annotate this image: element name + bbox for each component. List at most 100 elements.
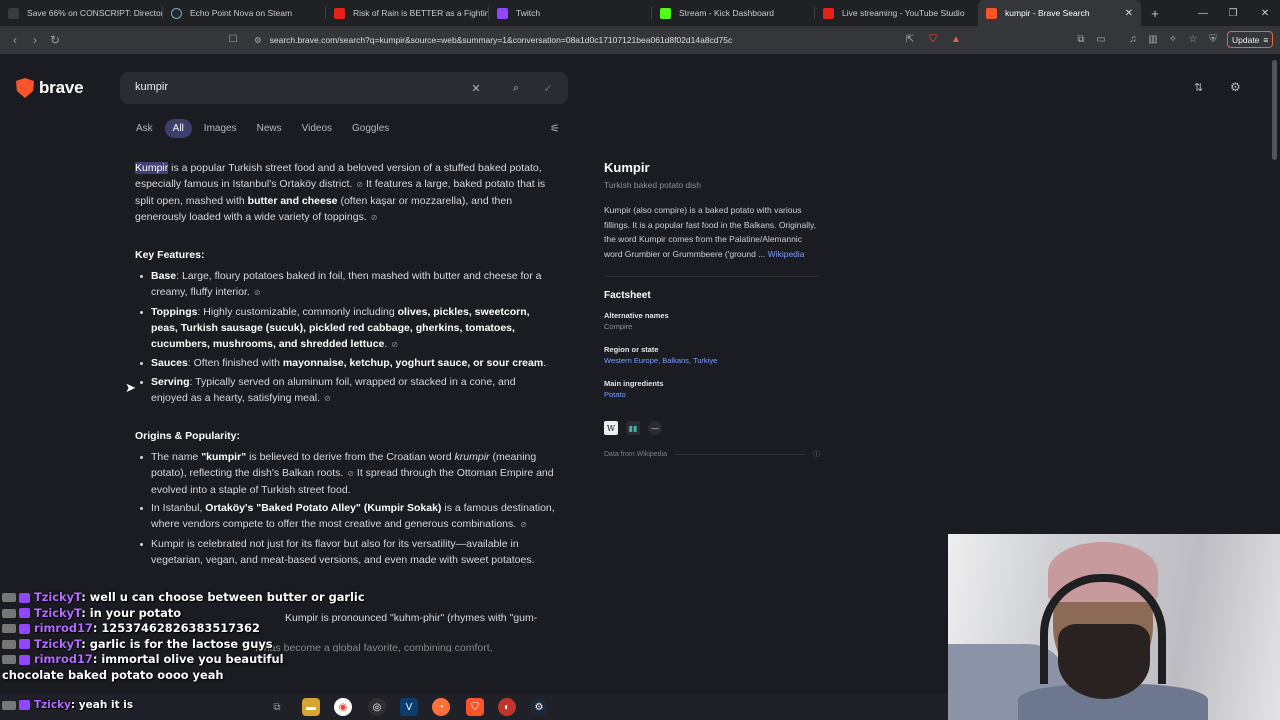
badge-icon [2, 700, 16, 710]
feature-label: Toppings [151, 305, 198, 318]
brave-lion-icon [16, 78, 34, 98]
task-view-icon[interactable]: ⧉ [268, 698, 286, 716]
firefox-icon[interactable]: ◔ [432, 698, 450, 716]
tab-goggles[interactable]: Goggles [344, 119, 397, 138]
origins-heading: Origins & Popularity: [135, 429, 241, 442]
vpn-icon[interactable]: ⛨ [1206, 32, 1220, 46]
leo-ai-icon[interactable]: ✧ [1166, 32, 1180, 46]
vegas-icon[interactable]: V [400, 698, 418, 716]
site-info-icon[interactable]: ⚙ [254, 35, 262, 46]
chat-username: TzickyT [34, 590, 82, 604]
feature-text: . [543, 357, 547, 369]
brave-shields-icon[interactable]: ⛉ [926, 32, 940, 46]
back-icon[interactable]: ‹ [5, 30, 25, 50]
chrome-icon[interactable]: ◉ [334, 698, 352, 716]
browser-tab[interactable]: Twitch [489, 0, 652, 26]
tab-ask[interactable]: Ask [128, 119, 161, 138]
close-tab-icon[interactable]: ✕ [1125, 8, 1133, 19]
citation-link-icon[interactable]: ⊘ [324, 394, 331, 403]
chat-text: yeah it is [78, 699, 134, 711]
forward-icon[interactable]: › [25, 30, 45, 50]
panel-subtitle: Turkish baked potato dish [604, 180, 702, 190]
chat-text: garlic is for the lactose guys [89, 636, 273, 651]
browser-tab[interactable]: Stream - Kick Dashboard [652, 0, 815, 26]
search-box[interactable]: kumpir ✕ ⌕ ✓ [120, 72, 568, 104]
update-button[interactable]: Update ≡ [1227, 31, 1274, 48]
badge-icon [2, 655, 16, 665]
search-tabs: Ask All Images News Videos Goggles [128, 118, 401, 138]
chat-message: TzickyT: garlic is for the lactose guys [0, 637, 330, 653]
citation-link-icon[interactable]: ⊘ [391, 340, 398, 349]
browser-tab-active[interactable]: kumpir - Brave Search ✕ [978, 0, 1141, 26]
new-tab-button[interactable]: + [1141, 6, 1169, 21]
citation-link-icon[interactable]: ⊘ [254, 288, 261, 297]
file-explorer-icon[interactable]: ▬ [302, 698, 320, 716]
tab-news[interactable]: News [249, 119, 290, 138]
fact-value-link[interactable]: Potato [604, 390, 820, 399]
browser-tab[interactable]: Risk of Rain is BETTER as a Fighting [326, 0, 489, 26]
address-bar[interactable]: ⚙ search.brave.com/search?q=kumpir&sourc… [250, 30, 970, 50]
wikidata-icon[interactable]: ▮▮ [626, 421, 640, 435]
brave-rewards-icon[interactable]: ▲ [949, 32, 963, 46]
badge-icon [2, 624, 16, 634]
citation-link-icon[interactable]: ⊘ [347, 469, 354, 478]
share-icon[interactable]: ⇱ [903, 32, 917, 46]
browser-tab[interactable]: Save 66% on CONSCRIPT: Director's [0, 0, 163, 26]
browser-tab[interactable]: Live streaming - YouTube Studio [815, 0, 978, 26]
citation-link-icon[interactable]: ⊘ [520, 520, 527, 529]
tab-label: Risk of Rain is BETTER as a Fighting [353, 8, 489, 18]
origin-text: Kumpir is celebrated not just for its fl… [151, 537, 535, 566]
wikipedia-link[interactable]: Wikipedia [768, 249, 805, 259]
update-label: Update [1232, 34, 1260, 45]
chat-text: in your potato [89, 605, 182, 620]
answer-term: Kumpir [135, 162, 169, 174]
sidebar-icon[interactable]: ▥ [1146, 32, 1160, 46]
tab-all[interactable]: All [164, 118, 192, 138]
steam-taskbar-icon[interactable]: ⚙ [530, 698, 548, 716]
search-input[interactable]: kumpir [135, 81, 168, 93]
chat-username: TzickyT [34, 636, 82, 651]
list-item: Sauces: Often finished with mayonnaise, … [135, 355, 555, 371]
filters-icon[interactable]: ⚟ [550, 122, 560, 135]
extensions-icon[interactable]: ⧉ [1074, 32, 1088, 46]
browser-tab[interactable]: Echo Point Nova on Steam [163, 0, 326, 26]
answer-bold: butter and cheese [247, 195, 338, 207]
origin-bold: "kumpir" [201, 450, 247, 463]
list-item: In Istanbul, Ortaköy's "Baked Potato All… [135, 500, 555, 533]
fact-value-link[interactable]: Western Europe, Balkans, Turkiye [604, 356, 820, 365]
chat-username: rimrod17 [34, 621, 93, 636]
features-list: Base: Large, floury potatoes baked in fo… [135, 268, 555, 407]
tab-favicon-icon [8, 7, 19, 19]
minimize-icon[interactable]: — [1188, 0, 1218, 26]
tab-videos[interactable]: Videos [294, 119, 340, 138]
settings-gear-icon[interactable]: ⚙ [1230, 80, 1241, 94]
submit-icon[interactable]: ✓ [540, 80, 556, 96]
wallet-icon[interactable]: ▭ [1094, 32, 1108, 46]
media-icon[interactable]: ♫ [1126, 32, 1140, 46]
steam-icon [171, 7, 182, 19]
scrollbar[interactable] [1272, 60, 1277, 160]
search-icon[interactable]: ⌕ [508, 80, 524, 96]
info-icon[interactable]: ⓘ [813, 449, 820, 459]
badge-icon [2, 608, 16, 618]
clear-icon[interactable]: ✕ [468, 80, 484, 96]
tab-images[interactable]: Images [196, 119, 245, 138]
tab-label: kumpir - Brave Search [1005, 8, 1090, 18]
source-icon[interactable]: — [648, 421, 662, 435]
brave-taskbar-icon[interactable]: ⛉ [466, 698, 484, 716]
reload-icon[interactable]: ↻ [45, 30, 65, 50]
wikipedia-icon[interactable]: W [604, 421, 618, 435]
obs-icon[interactable]: ◎ [368, 698, 386, 716]
brave-logo[interactable]: brave [16, 78, 84, 98]
youtube-icon [334, 7, 345, 19]
bits-badge-icon [19, 608, 30, 619]
citation-link-icon[interactable]: ⊘ [371, 213, 378, 222]
kick-icon [660, 7, 671, 19]
bookmark-icon[interactable]: ☐ [226, 32, 240, 46]
app-icon[interactable]: ◐ [498, 698, 516, 716]
maximize-icon[interactable]: ❐ [1218, 0, 1248, 26]
fact-value: Compire [604, 322, 633, 331]
close-window-icon[interactable]: ✕ [1250, 0, 1280, 26]
split-view-icon[interactable]: ⇅ [1194, 81, 1203, 94]
bookmarks-panel-icon[interactable]: ☆ [1186, 32, 1200, 46]
